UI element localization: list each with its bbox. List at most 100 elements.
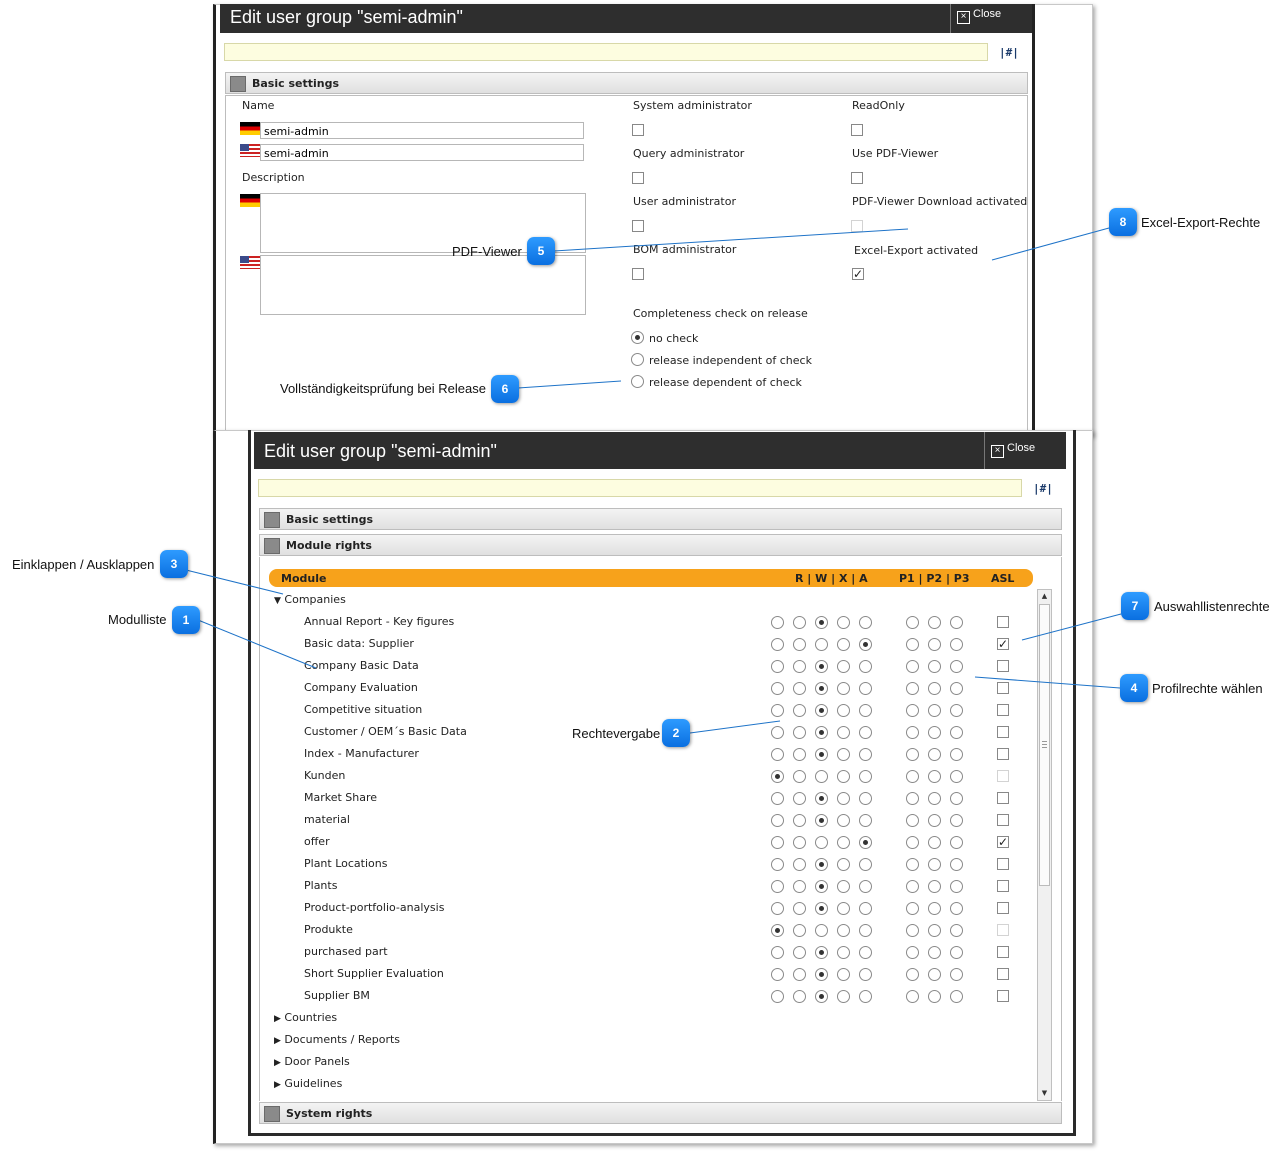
right-r-radio[interactable] [771, 616, 784, 629]
right-x-radio[interactable] [815, 704, 828, 717]
asl-checkbox[interactable] [997, 990, 1009, 1002]
profile-p2-radio[interactable] [928, 616, 941, 629]
right-r-radio[interactable] [771, 682, 784, 695]
profile-p2-radio[interactable] [928, 924, 941, 937]
profile-p3-radio[interactable] [950, 770, 963, 783]
scroll-down-arrow[interactable]: ▼ [1038, 1087, 1051, 1100]
profile-p1-radio[interactable] [906, 902, 919, 915]
right-a-radio[interactable] [837, 638, 850, 651]
right-w-radio[interactable] [793, 638, 806, 651]
name-input-de[interactable]: semi-admin [260, 122, 584, 139]
right-x-radio[interactable] [815, 792, 828, 805]
profile-p1-radio[interactable] [906, 924, 919, 937]
right-r-radio[interactable] [771, 770, 784, 783]
right-r-radio[interactable] [771, 726, 784, 739]
right-w-radio[interactable] [793, 792, 806, 805]
right-a-radio[interactable] [837, 924, 850, 937]
pdf-viewer-checkbox[interactable] [851, 172, 863, 184]
right-w-radio[interactable] [793, 968, 806, 981]
dialog1-hash-link[interactable]: |#| [999, 46, 1019, 59]
right-extra-radio[interactable] [859, 726, 872, 739]
right-x-radio[interactable] [815, 990, 828, 1003]
right-w-radio[interactable] [793, 858, 806, 871]
profile-p1-radio[interactable] [906, 792, 919, 805]
profile-p1-radio[interactable] [906, 726, 919, 739]
profile-p2-radio[interactable] [928, 968, 941, 981]
profile-p3-radio[interactable] [950, 704, 963, 717]
profile-p1-radio[interactable] [906, 660, 919, 673]
query-admin-checkbox[interactable] [632, 172, 644, 184]
right-a-radio[interactable] [837, 968, 850, 981]
right-w-radio[interactable] [793, 924, 806, 937]
right-extra-radio[interactable] [859, 748, 872, 761]
group-door-panels[interactable]: ▶ Door Panels [274, 1055, 350, 1068]
profile-p2-radio[interactable] [928, 990, 941, 1003]
right-w-radio[interactable] [793, 814, 806, 827]
right-r-radio[interactable] [771, 792, 784, 805]
right-w-radio[interactable] [793, 946, 806, 959]
profile-p3-radio[interactable] [950, 990, 963, 1003]
asl-checkbox[interactable] [997, 924, 1009, 936]
profile-p3-radio[interactable] [950, 968, 963, 981]
release-dependent-radio[interactable] [631, 375, 644, 388]
right-w-radio[interactable] [793, 726, 806, 739]
right-w-radio[interactable] [793, 990, 806, 1003]
right-w-radio[interactable] [793, 836, 806, 849]
asl-checkbox[interactable]: ✓ [997, 836, 1009, 848]
right-extra-radio[interactable] [859, 616, 872, 629]
dialog2-section-basic-settings[interactable]: Basic settings [259, 508, 1062, 530]
asl-checkbox[interactable] [997, 946, 1009, 958]
right-extra-radio[interactable] [859, 902, 872, 915]
system-admin-checkbox[interactable] [632, 124, 644, 136]
right-a-radio[interactable] [837, 704, 850, 717]
right-a-radio[interactable] [837, 770, 850, 783]
right-x-radio[interactable] [815, 748, 828, 761]
dialog2-search-field[interactable] [258, 479, 1022, 497]
dialog2-section-module-rights[interactable]: Module rights [259, 534, 1062, 556]
asl-checkbox[interactable] [997, 858, 1009, 870]
asl-checkbox[interactable] [997, 616, 1009, 628]
profile-p2-radio[interactable] [928, 726, 941, 739]
profile-p3-radio[interactable] [950, 880, 963, 893]
right-a-radio[interactable] [837, 682, 850, 695]
right-r-radio[interactable] [771, 660, 784, 673]
dialog2-hash-link[interactable]: |#| [1033, 482, 1053, 495]
excel-export-checkbox[interactable]: ✓ [852, 268, 864, 280]
right-a-radio[interactable] [837, 902, 850, 915]
right-a-radio[interactable] [837, 880, 850, 893]
profile-p3-radio[interactable] [950, 902, 963, 915]
profile-p2-radio[interactable] [928, 902, 941, 915]
right-r-radio[interactable] [771, 704, 784, 717]
profile-p3-radio[interactable] [950, 748, 963, 761]
profile-p3-radio[interactable] [950, 792, 963, 805]
right-a-radio[interactable] [837, 836, 850, 849]
scroll-up-arrow[interactable]: ▲ [1038, 590, 1051, 603]
right-r-radio[interactable] [771, 638, 784, 651]
right-x-radio[interactable] [815, 858, 828, 871]
dialog1-search-field[interactable] [224, 43, 988, 61]
profile-p1-radio[interactable] [906, 770, 919, 783]
profile-p1-radio[interactable] [906, 836, 919, 849]
release-independent-radio[interactable] [631, 353, 644, 366]
right-extra-radio[interactable] [859, 660, 872, 673]
right-r-radio[interactable] [771, 748, 784, 761]
asl-checkbox[interactable] [997, 792, 1009, 804]
right-w-radio[interactable] [793, 660, 806, 673]
right-r-radio[interactable] [771, 836, 784, 849]
right-extra-radio[interactable] [859, 836, 872, 849]
right-w-radio[interactable] [793, 748, 806, 761]
profile-p1-radio[interactable] [906, 946, 919, 959]
right-w-radio[interactable] [793, 704, 806, 717]
right-x-radio[interactable] [815, 770, 828, 783]
profile-p1-radio[interactable] [906, 704, 919, 717]
right-extra-radio[interactable] [859, 990, 872, 1003]
group-companies[interactable]: ▼ Companies [274, 593, 346, 606]
profile-p2-radio[interactable] [928, 946, 941, 959]
asl-checkbox[interactable] [997, 704, 1009, 716]
right-x-radio[interactable] [815, 726, 828, 739]
asl-checkbox[interactable]: ✓ [997, 638, 1009, 650]
right-x-radio[interactable] [815, 880, 828, 893]
right-x-radio[interactable] [815, 946, 828, 959]
right-extra-radio[interactable] [859, 880, 872, 893]
right-extra-radio[interactable] [859, 638, 872, 651]
